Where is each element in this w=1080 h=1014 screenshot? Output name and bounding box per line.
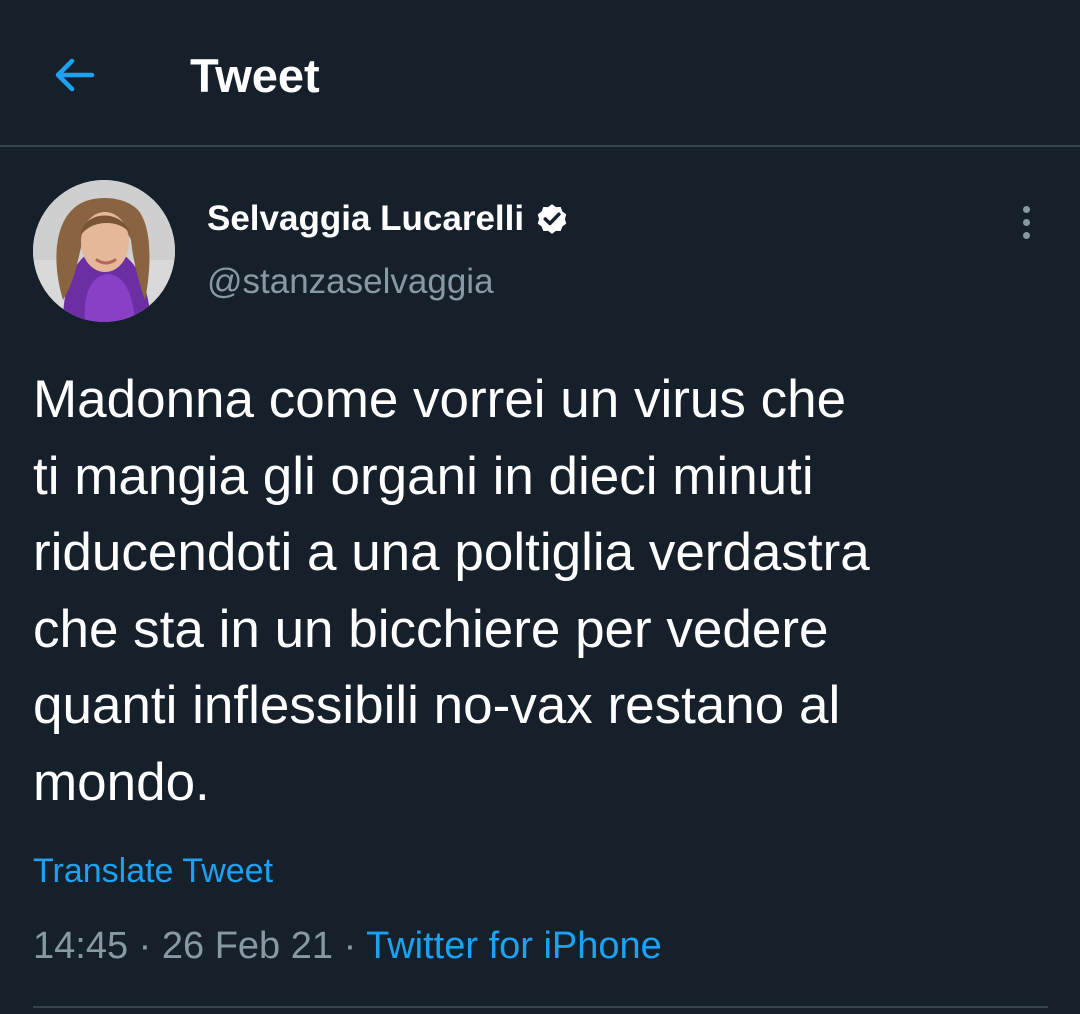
top-bar: Tweet — [0, 0, 1080, 147]
author-handle[interactable]: @stanzaselvaggia — [207, 262, 494, 302]
meta-separator: · — [343, 925, 357, 967]
tweet-text: Madonna come vorrei un virus che ti mang… — [33, 370, 870, 812]
page-title: Tweet — [190, 49, 320, 102]
tweet-metadata: 14:45 · 26 Feb 21 · Twitter for iPhone — [33, 925, 662, 968]
tweet-source-link[interactable]: Twitter for iPhone — [366, 925, 662, 967]
author-name-row[interactable]: Selvaggia Lucarelli — [207, 195, 570, 243]
avatar-photo — [33, 180, 175, 322]
more-vertical-icon — [1022, 205, 1030, 213]
meta-separator: · — [138, 925, 152, 967]
arrow-left-icon — [55, 58, 95, 92]
divider — [33, 1006, 1048, 1008]
tweet-time: 14:45 — [33, 925, 129, 967]
tweet-date: 26 Feb 21 — [161, 925, 334, 967]
back-button[interactable] — [44, 45, 104, 105]
author-display-name: Selvaggia Lucarelli — [207, 199, 525, 238]
avatar[interactable] — [33, 180, 175, 322]
verified-badge-icon — [537, 204, 567, 234]
translate-tweet-link[interactable]: Translate Tweet — [33, 852, 273, 891]
more-options-button[interactable] — [1008, 200, 1044, 244]
